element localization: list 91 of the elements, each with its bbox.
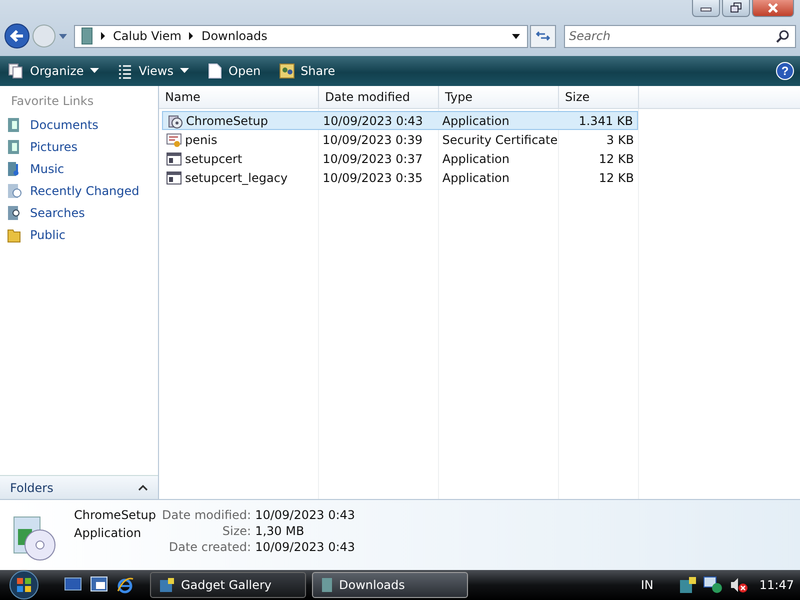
table-cell-text: Application [441, 114, 510, 128]
muted-speaker-icon[interactable] [729, 576, 750, 594]
refresh-arrows-icon [535, 29, 551, 43]
restore-icon [729, 2, 743, 14]
table-cell-text: Application [441, 170, 510, 184]
language-indicator[interactable]: IN [640, 578, 654, 592]
restore-button[interactable] [722, 0, 750, 17]
file-row[interactable]: setupcert 10/09/2023 0:37 Application 12 KB [162, 149, 638, 168]
property-value: 10/09/2023 0:43 [255, 508, 356, 522]
table-cell-text: 3 KB [605, 132, 635, 146]
table-cell-text: 12 KB [598, 152, 636, 166]
caret-icon [90, 68, 99, 74]
file-row[interactable]: ChromeSetup 10/09/2023 0:43 Application 1.341 KB [162, 111, 638, 130]
table-cell-text: Application [441, 152, 510, 166]
list-icon [116, 63, 133, 79]
table-cell-text: 10/09/2023 0:43 [322, 114, 424, 128]
installer-icon [167, 112, 183, 128]
people-icon [278, 63, 295, 79]
sidebar-link[interactable]: Recently Changed [0, 180, 158, 202]
sidebar-link[interactable]: Searches [0, 202, 158, 224]
table-cell-text: 1.341 KB [578, 114, 634, 128]
table-cell-text: 10/09/2023 0:39 [322, 132, 424, 146]
folder-icon [6, 227, 22, 243]
column-header[interactable]: Size [559, 86, 639, 108]
sidebar-link[interactable]: Pictures [0, 136, 158, 158]
file-type: Application [74, 526, 142, 540]
sidebar-link[interactable]: Documents [0, 114, 158, 136]
property-value: 10/09/2023 0:43 [255, 540, 356, 554]
sidebar-heading: Favorite Links [10, 94, 95, 110]
refresh-button[interactable] [530, 24, 556, 48]
switch-windows-icon[interactable] [90, 576, 108, 592]
column-header[interactable]: Type [439, 86, 559, 108]
certificate-icon [166, 132, 182, 148]
breadcrumb[interactable]: Downloads [201, 29, 268, 43]
taskbar-window-button[interactable]: Downloads [312, 572, 468, 598]
search-icon[interactable] [776, 28, 790, 42]
breadcrumb-arrow-icon [99, 31, 107, 41]
column-header[interactable]: Date modified [319, 86, 439, 108]
folder-icon [81, 27, 93, 45]
property-label: Date created: [168, 540, 252, 554]
breadcrumb[interactable]: Calub Viem [113, 29, 182, 43]
clock[interactable]: 11:47 [759, 578, 794, 592]
address-bar[interactable]: Calub Viem Downloads [74, 24, 528, 48]
toolbar-button[interactable]: Organize [6, 61, 101, 81]
column-header[interactable]: Name [159, 86, 319, 108]
file-name: ChromeSetup [186, 114, 268, 128]
table-cell-text: 12 KB [598, 170, 636, 184]
toolbar-button[interactable]: Views [114, 61, 190, 81]
sidebar-link[interactable]: Music [0, 158, 158, 180]
gadget-tray-icon[interactable] [679, 576, 698, 594]
file-row[interactable]: penis 10/09/2023 0:39 Security Certificate 3 KB [162, 130, 638, 149]
library-icon [6, 139, 22, 155]
application-icon [166, 150, 182, 166]
page-icon [206, 63, 222, 79]
close-button[interactable] [752, 0, 794, 17]
toolbar-button[interactable]: Share [276, 61, 338, 81]
sidebar-link[interactable]: Public [0, 224, 158, 246]
dropdown-arrow-icon[interactable] [511, 32, 521, 40]
property-label: Date modified: [162, 508, 252, 522]
file-name: ChromeSetup [74, 508, 156, 522]
taskbar-window-button[interactable]: Gadget Gallery [150, 572, 306, 598]
back-button[interactable] [4, 23, 30, 49]
pages-icon [8, 63, 24, 79]
file-name: setupcert [185, 152, 242, 166]
close-icon [766, 2, 780, 14]
network-icon[interactable] [703, 576, 724, 594]
show-desktop-icon[interactable] [64, 576, 82, 592]
folders-toggle[interactable]: Folders [0, 475, 158, 499]
file-name: setupcert_legacy [185, 170, 288, 184]
file-name: penis [185, 132, 218, 146]
table-cell-text: 10/09/2023 0:35 [322, 170, 424, 184]
browser-icon[interactable] [116, 576, 134, 594]
toolbar-button[interactable]: Open [204, 61, 263, 81]
search-field[interactable]: Search [564, 24, 796, 48]
history-dropdown-icon[interactable] [58, 32, 68, 40]
application-icon [166, 170, 182, 186]
library-icon [6, 183, 22, 199]
caret-icon [180, 68, 188, 74]
chevron-up-icon [138, 484, 148, 491]
file-row[interactable]: setupcert_legacy 10/09/2023 0:35 Application 12 KB [162, 168, 638, 187]
property-value: 1,30 MB [255, 524, 306, 538]
table-cell-text: 10/09/2023 0:37 [322, 152, 424, 166]
breadcrumb-arrow-icon [187, 31, 196, 41]
table-cell-text: Security Certificate [441, 132, 558, 146]
library-icon [6, 117, 22, 133]
gadget-icon [159, 577, 175, 593]
minimize-button[interactable] [692, 0, 720, 17]
property-label: Size: [221, 524, 252, 538]
library-icon [6, 205, 22, 221]
help-button[interactable]: ? [776, 62, 794, 80]
folder-icon [321, 577, 333, 593]
